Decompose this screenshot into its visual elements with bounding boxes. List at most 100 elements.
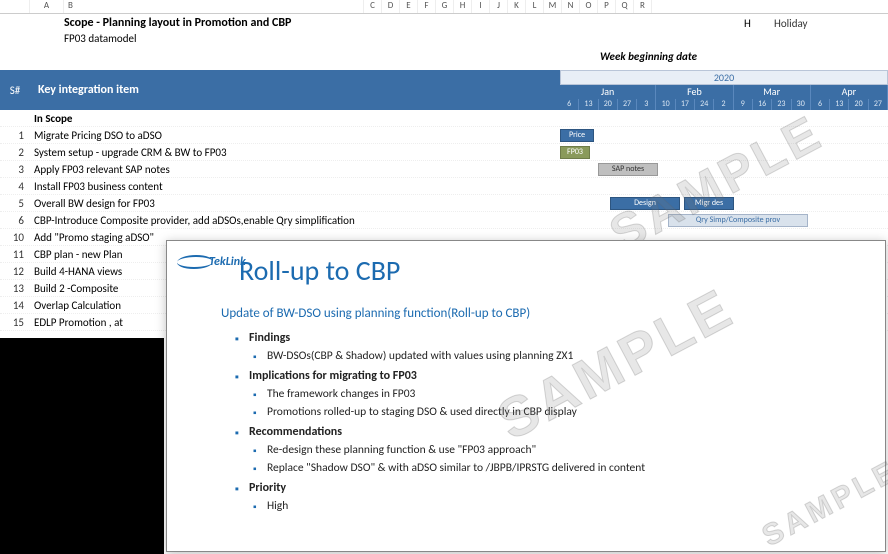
row-number: 2	[0, 146, 30, 159]
month-Feb: Feb	[656, 85, 733, 98]
col-E[interactable]: E	[400, 0, 418, 13]
section-item: Re-design these planning function & use …	[253, 443, 867, 457]
day-cell: 6	[811, 99, 830, 110]
gantt-bar[interactable]: Migr des	[684, 197, 734, 210]
task-row[interactable]: 6CBP-Introduce Composite provider, add a…	[0, 212, 888, 229]
col-Q[interactable]: Q	[616, 0, 634, 13]
col-I[interactable]: I	[472, 0, 490, 13]
day-cell: 27	[618, 99, 637, 110]
row-number: 4	[0, 180, 30, 193]
row-number: 1	[0, 129, 30, 142]
black-sidebar	[0, 338, 164, 554]
month-Jan: Jan	[560, 85, 656, 98]
row-number: 5	[0, 197, 30, 210]
col-G[interactable]: G	[436, 0, 454, 13]
slide-subhead: Update of BW-DSO using planning function…	[221, 306, 867, 321]
col-H[interactable]: H	[454, 0, 472, 13]
task-text: Overall BW design for FP03	[30, 197, 560, 210]
gantt-bar[interactable]: SAP notes	[598, 163, 658, 176]
header-band: S# Key integration item 2020 JanFebMarAp…	[0, 70, 888, 110]
task-text: Apply FP03 relevant SAP notes	[30, 163, 560, 176]
task-text: CBP-Introduce Composite provider, add aD…	[30, 214, 560, 227]
day-cell: 13	[830, 99, 849, 110]
title-row: Scope - Planning layout in Promotion and…	[0, 14, 888, 32]
section-item: BW-DSOs(CBP & Shadow) updated with value…	[253, 349, 867, 363]
section-item: Replace "Shadow DSO" & with aDSO similar…	[253, 461, 867, 475]
col-K[interactable]: K	[508, 0, 526, 13]
column-letter-row: ABCDEFGHIJKLMNOPQR	[0, 0, 888, 14]
col-O[interactable]: O	[580, 0, 598, 13]
section-heading: Recommendations	[235, 425, 867, 439]
day-cell: 3	[637, 99, 656, 110]
row-number: 14	[0, 299, 30, 312]
row-number: 10	[0, 231, 30, 244]
gantt-cell: Qry Simp/Composite prov	[560, 212, 888, 229]
section-heading: Findings	[235, 331, 867, 345]
row-number: 11	[0, 248, 30, 261]
gantt-bar[interactable]: Design	[610, 197, 680, 210]
teklink-logo: TekLink	[177, 255, 246, 269]
section-heading: Implications for migrating to FP03	[235, 369, 867, 383]
in-scope-row: In Scope	[0, 110, 888, 127]
section-item: High	[253, 499, 867, 513]
col-D[interactable]: D	[382, 0, 400, 13]
task-row[interactable]: 3Apply FP03 relevant SAP notes SAP notes	[0, 161, 888, 178]
task-text: System setup - upgrade CRM & BW to FP03	[30, 146, 560, 159]
col-F[interactable]: F	[418, 0, 436, 13]
col-R[interactable]: R	[634, 0, 652, 13]
day-cell: 13	[579, 99, 598, 110]
col-L[interactable]: L	[526, 0, 544, 13]
col-N[interactable]: N	[562, 0, 580, 13]
in-scope-label: In Scope	[30, 112, 560, 125]
col-corner[interactable]	[0, 0, 30, 13]
holiday-key: H	[744, 17, 774, 30]
day-cell: 20	[599, 99, 618, 110]
day-cell: 9	[734, 99, 753, 110]
day-cell: 16	[753, 99, 772, 110]
day-cell: 27	[869, 99, 888, 110]
row-number: 13	[0, 282, 30, 295]
col-P[interactable]: P	[598, 0, 616, 13]
year-cell: 2020	[560, 70, 888, 85]
day-cell: 6	[560, 99, 579, 110]
day-cell: 10	[656, 99, 675, 110]
task-row[interactable]: 5Overall BW design for FP03 Design Migr de…	[0, 195, 888, 212]
day-cell: 24	[695, 99, 714, 110]
slide-title: Roll-up to CBP	[239, 253, 867, 288]
key-integration-header: Key integration item	[30, 70, 560, 110]
gantt-cell	[560, 178, 888, 195]
section-heading: Priority	[235, 481, 867, 495]
gantt-cell: Price	[560, 127, 888, 144]
section-item: Promotions rolled-up to staging DSO & us…	[253, 405, 867, 419]
task-row[interactable]: 2System setup - upgrade CRM & BW to FP03…	[0, 144, 888, 161]
col-B[interactable]: B	[64, 0, 364, 13]
task-row[interactable]: 4Install FP03 business content	[0, 178, 888, 195]
day-cell: 2	[714, 99, 733, 110]
sheet-subtitle: FP03 datamodel	[0, 32, 888, 48]
slide-overlay[interactable]: TekLink Roll-up to CBP Update of BW-DSO …	[166, 240, 886, 552]
day-cell: 23	[772, 99, 791, 110]
gantt-cell: Design Migr des	[560, 195, 888, 212]
gantt-cell: SAP notes	[560, 161, 888, 178]
row-number: 3	[0, 163, 30, 176]
day-cell: 20	[849, 99, 868, 110]
sheet-title: Scope - Planning layout in Promotion and…	[64, 16, 484, 30]
month-Mar: Mar	[734, 85, 811, 98]
slide-bullets: Findings BW-DSOs(CBP & Shadow) updated wi…	[235, 331, 867, 513]
task-row[interactable]: 1Migrate Pricing DSO to aDSOPrice	[0, 127, 888, 144]
col-A[interactable]: A	[30, 0, 64, 13]
row-number: 6	[0, 214, 30, 227]
col-M[interactable]: M	[544, 0, 562, 13]
gantt-bar[interactable]: Qry Simp/Composite prov	[668, 214, 808, 227]
day-cell: 30	[792, 99, 811, 110]
gantt-bar[interactable]: Price	[560, 129, 594, 142]
col-J[interactable]: J	[490, 0, 508, 13]
holiday-label: Holiday	[774, 17, 854, 30]
sno-header: S#	[0, 70, 30, 110]
task-text: Install FP03 business content	[30, 180, 560, 193]
row-number: 15	[0, 316, 30, 329]
day-cell: 17	[676, 99, 695, 110]
col-C[interactable]: C	[364, 0, 382, 13]
month-Apr: Apr	[811, 85, 888, 98]
gantt-bar[interactable]: FP03	[560, 146, 590, 159]
